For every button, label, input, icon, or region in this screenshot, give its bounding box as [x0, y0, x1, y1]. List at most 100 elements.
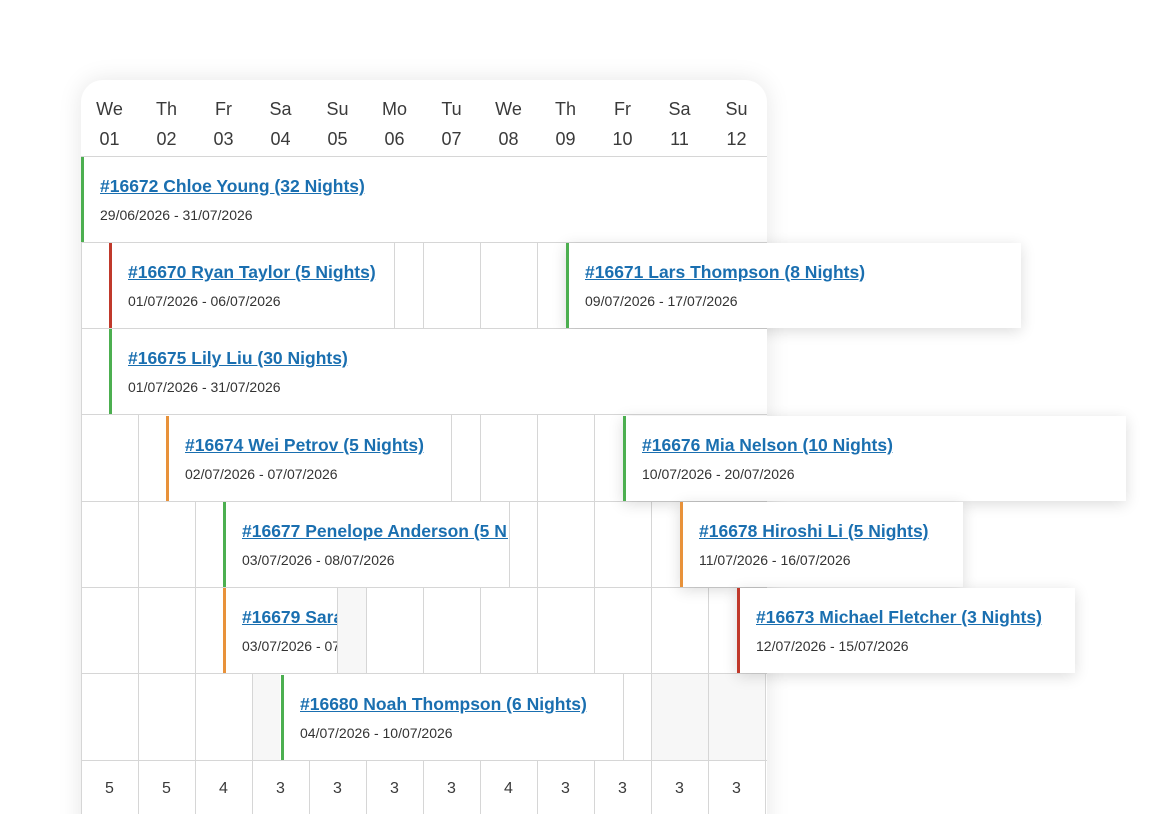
grid-line [537, 242, 538, 328]
day-date: 11 [670, 129, 689, 149]
booking-link[interactable]: #16680 Noah Thompson (6 Nights) [300, 694, 622, 715]
grid-line [594, 501, 595, 587]
day-header: Fr 10 [594, 94, 651, 154]
booking-bar[interactable]: #16676 Mia Nelson (10 Nights) 10/07/2026… [623, 416, 1126, 501]
booking-dates: 03/07/2026 - 07/07/2026 [242, 638, 337, 654]
grid-line [451, 414, 452, 501]
day-of-week: Fr [215, 99, 232, 119]
day-of-week: Su [326, 99, 349, 119]
booking-link[interactable]: #16677 Penelope Anderson (5 Nights) [242, 521, 508, 542]
occupancy-count: 4 [504, 780, 513, 797]
row-divider [81, 587, 767, 588]
grid-line [651, 673, 652, 760]
grid-line [195, 501, 196, 587]
booking-link[interactable]: #16672 Chloe Young (32 Nights) [100, 176, 767, 197]
booking-link[interactable]: #16675 Lily Liu (30 Nights) [128, 348, 767, 369]
booking-bar[interactable]: #16675 Lily Liu (30 Nights) 01/07/2026 -… [109, 329, 767, 414]
grid-line [651, 501, 652, 587]
booking-bar[interactable]: #16679 Sarah Johnson (4 Nights) 03/07/20… [223, 588, 337, 673]
grid-line [138, 501, 139, 587]
day-date: 02 [156, 129, 177, 149]
grid-line [423, 587, 424, 673]
day-header: Tu 07 [423, 94, 480, 154]
grid-line [337, 587, 338, 673]
weekend-cell [252, 674, 280, 760]
booking-link[interactable]: #16674 Wei Petrov (5 Nights) [185, 435, 451, 456]
grid-line [394, 242, 395, 328]
booking-dates: 01/07/2026 - 31/07/2026 [128, 379, 281, 395]
grid-line [138, 673, 139, 760]
booking-dates: 02/07/2026 - 07/07/2026 [185, 466, 338, 482]
grid-line [651, 587, 652, 673]
booking-link[interactable]: #16671 Lars Thompson (8 Nights) [585, 262, 1021, 283]
day-header: We 01 [81, 94, 138, 154]
booking-dates: 12/07/2026 - 15/07/2026 [756, 638, 909, 654]
booking-link[interactable]: #16670 Ryan Taylor (5 Nights) [128, 262, 394, 283]
grid-line [423, 242, 424, 328]
grid-line [594, 587, 595, 673]
grid-line [708, 673, 709, 760]
day-date: 04 [270, 129, 291, 149]
booking-dates: 11/07/2026 - 16/07/2026 [699, 552, 851, 568]
booking-calendar-screen: We 01 Th 02 Fr 03 Sa 04 Su 05 Mo 06 Tu 07 We 08 … [0, 0, 1170, 814]
booking-bar[interactable]: #16673 Michael Fletcher (3 Nights) 12/07… [737, 588, 1075, 673]
booking-bar[interactable]: #16680 Noah Thompson (6 Nights) 04/07/20… [281, 675, 622, 760]
booking-dates: 03/07/2026 - 08/07/2026 [242, 552, 395, 568]
occupancy-count: 3 [618, 780, 627, 797]
day-date: 06 [384, 129, 405, 149]
grid-line [81, 156, 82, 814]
booking-bar[interactable]: #16670 Ryan Taylor (5 Nights) 01/07/2026… [109, 243, 394, 328]
occupancy-count: 3 [390, 780, 399, 797]
day-of-week: We [495, 99, 522, 119]
grid-line [480, 587, 481, 673]
grid-line [765, 760, 766, 814]
booking-dates: 29/06/2026 - 31/07/2026 [100, 207, 253, 223]
day-date: 10 [612, 129, 633, 149]
booking-bar[interactable]: #16677 Penelope Anderson (5 Nights) 03/0… [223, 502, 508, 587]
day-header: Sa 11 [651, 94, 708, 154]
booking-bar[interactable]: #16678 Hiroshi Li (5 Nights) 11/07/2026 … [680, 502, 963, 587]
booking-link[interactable]: #16678 Hiroshi Li (5 Nights) [699, 521, 963, 542]
day-of-week: Su [725, 99, 748, 119]
day-header: Th 09 [537, 94, 594, 154]
day-date: 03 [213, 129, 234, 149]
day-of-week: We [96, 99, 123, 119]
occupancy-count: 3 [447, 780, 456, 797]
day-date: 09 [555, 129, 576, 149]
row-divider [81, 673, 767, 674]
grid-line [537, 587, 538, 673]
weekend-cell [338, 588, 366, 674]
grid-line [252, 673, 253, 760]
grid-line [138, 414, 139, 501]
day-date: 05 [327, 129, 348, 149]
row-divider [81, 760, 767, 761]
booking-link[interactable]: #16673 Michael Fletcher (3 Nights) [756, 607, 1075, 628]
row-divider [81, 414, 767, 415]
day-header: Fr 03 [195, 94, 252, 154]
occupancy-count: 3 [732, 780, 741, 797]
day-header: Th 02 [138, 94, 195, 154]
grid-line [366, 587, 367, 673]
day-date: 08 [498, 129, 519, 149]
day-of-week: Th [554, 99, 576, 119]
occupancy-count: 4 [219, 780, 228, 797]
day-date: 07 [441, 129, 462, 149]
grid-line [708, 587, 709, 673]
day-header: Mo 06 [366, 94, 423, 154]
booking-bar[interactable]: #16671 Lars Thompson (8 Nights) 09/07/20… [566, 243, 1021, 328]
booking-link[interactable]: #16676 Mia Nelson (10 Nights) [642, 435, 1126, 456]
booking-bar[interactable]: #16674 Wei Petrov (5 Nights) 02/07/2026 … [166, 416, 451, 501]
day-of-week: Mo [381, 99, 407, 119]
day-header: Su 05 [309, 94, 366, 154]
grid-line [537, 414, 538, 501]
grid-line [537, 501, 538, 587]
occupancy-count: 3 [675, 780, 684, 797]
day-header: Sa 04 [252, 94, 309, 154]
booking-bar[interactable]: #16672 Chloe Young (32 Nights) 29/06/202… [81, 157, 767, 242]
day-of-week: Tu [441, 99, 462, 119]
grid-line [509, 501, 510, 587]
day-header: Su 12 [708, 94, 765, 154]
grid-line [480, 414, 481, 501]
booking-link[interactable]: #16679 Sarah Johnson (4 Nights) [242, 607, 337, 628]
day-header: We 08 [480, 94, 537, 154]
